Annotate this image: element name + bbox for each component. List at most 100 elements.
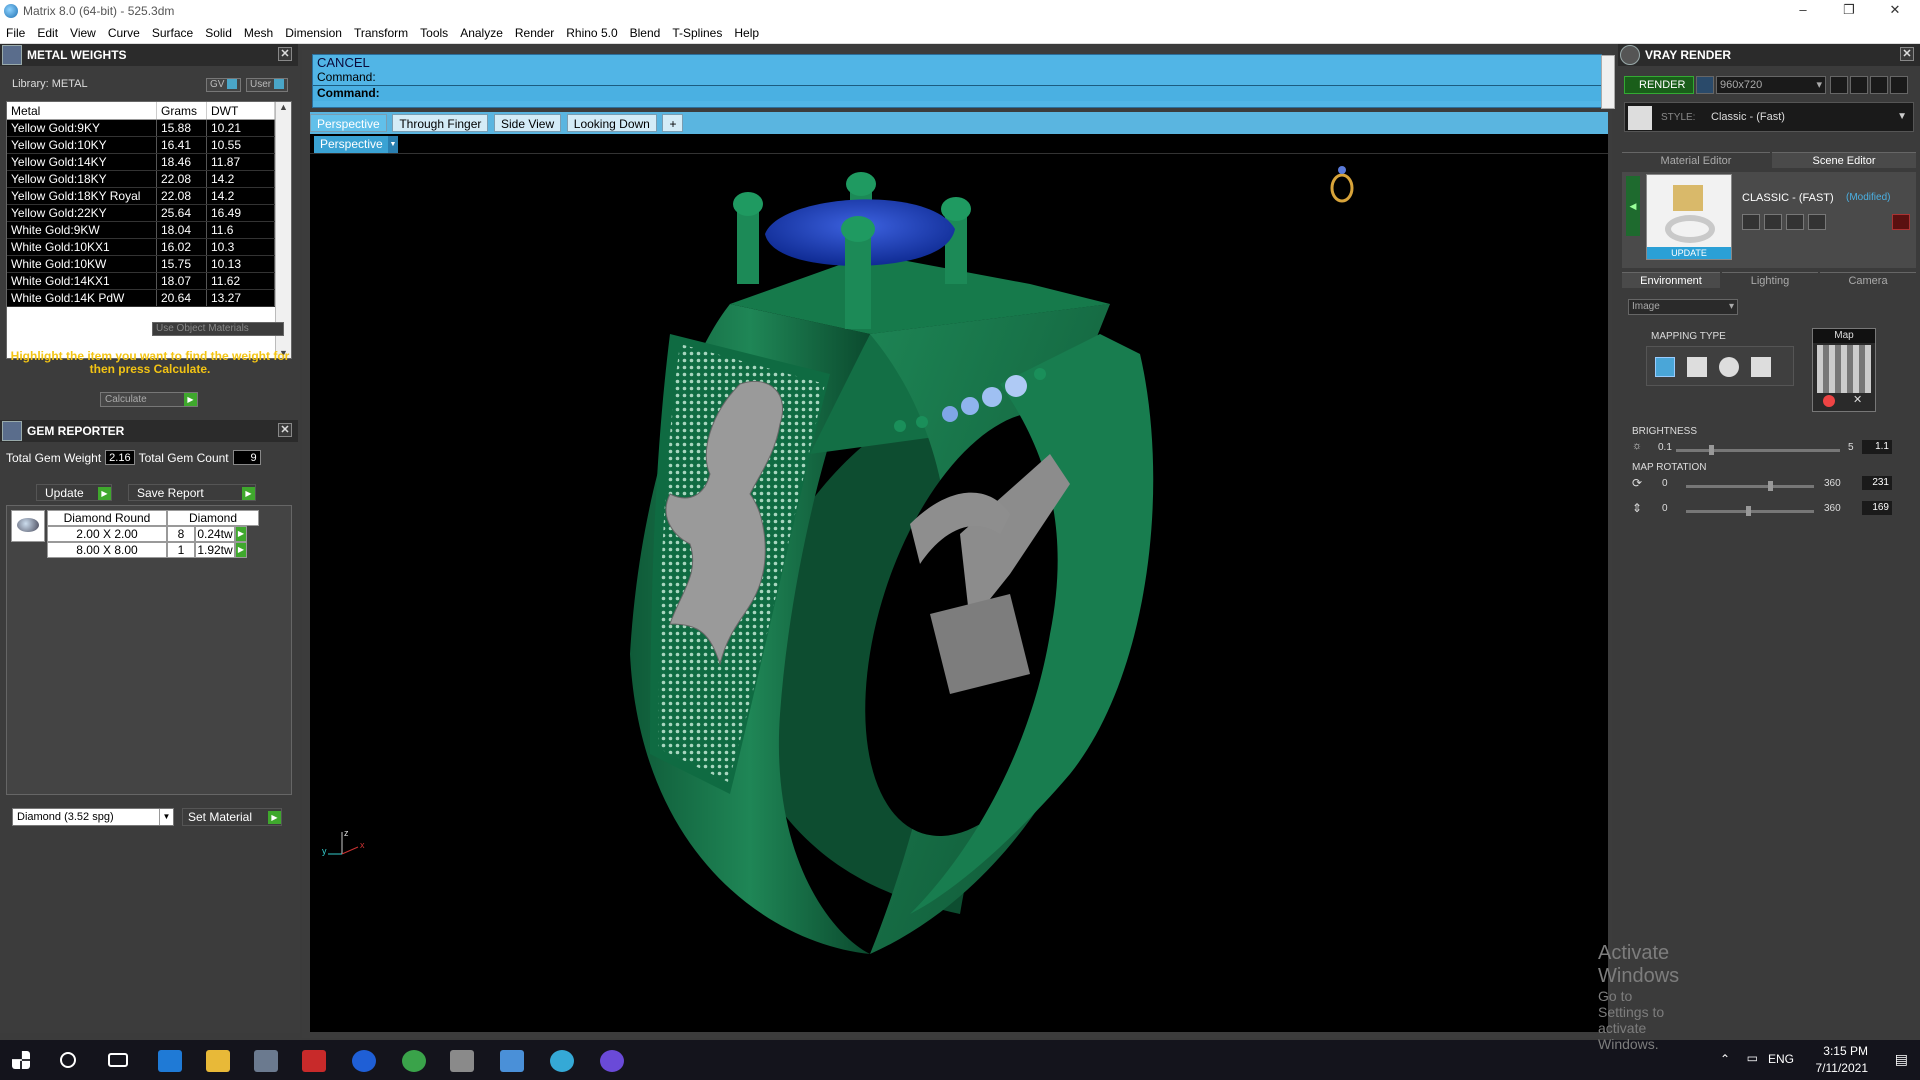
- rotation1-slider[interactable]: [1686, 481, 1814, 491]
- metal-row[interactable]: White Gold:10KW 15.75 10.13: [7, 256, 291, 273]
- metal-table[interactable]: Metal Grams DWT Yellow Gold:9KY 15.88 10.2…: [6, 101, 292, 359]
- map-edit-icon[interactable]: [1823, 395, 1835, 407]
- col-grams[interactable]: Grams: [157, 102, 207, 119]
- gv-toggle[interactable]: GV: [206, 78, 242, 92]
- reset-icon[interactable]: [1892, 214, 1910, 230]
- metal-row[interactable]: Yellow Gold:9KY 15.88 10.21: [7, 120, 291, 137]
- add-tab-button[interactable]: +: [662, 114, 684, 132]
- save-preset-icon[interactable]: [1742, 214, 1760, 230]
- brightness-value[interactable]: 1.1: [1862, 440, 1892, 454]
- rotation1-knob[interactable]: [1767, 481, 1773, 491]
- menu-tsplines[interactable]: T-Splines: [672, 26, 722, 40]
- brightness-slider[interactable]: [1676, 445, 1840, 455]
- metal-weights-close-icon[interactable]: ✕: [278, 47, 292, 61]
- network-icon[interactable]: ▭: [1747, 1051, 1758, 1065]
- 3d-viewport[interactable]: z x y: [310, 154, 1608, 1032]
- tab-through-finger[interactable]: Through Finger: [392, 114, 489, 132]
- metal-row[interactable]: White Gold:14KX1 18.07 11.62: [7, 273, 291, 290]
- tab-camera[interactable]: Camera: [1820, 272, 1916, 288]
- vray-close-icon[interactable]: ✕: [1900, 47, 1914, 61]
- menu-analyze[interactable]: Analyze: [460, 26, 503, 40]
- metal-row[interactable]: Yellow Gold:18KY 22.08 14.2: [7, 171, 291, 188]
- file-explorer-icon[interactable]: [206, 1050, 230, 1072]
- app-icon[interactable]: [500, 1050, 524, 1072]
- calculate-button[interactable]: Calculate ▶: [100, 392, 198, 407]
- metal-row[interactable]: Yellow Gold:22KY 25.64 16.49: [7, 205, 291, 222]
- clock[interactable]: 3:15 PM 7/11/2021: [1816, 1043, 1869, 1077]
- env-type-select[interactable]: Image ▾: [1628, 299, 1738, 315]
- planar-mapping-icon[interactable]: [1655, 357, 1675, 377]
- menu-tools[interactable]: Tools: [420, 26, 448, 40]
- task-view-icon[interactable]: [108, 1053, 128, 1067]
- menu-transform[interactable]: Transform: [354, 26, 408, 40]
- chevron-up-icon[interactable]: ⌃: [1720, 1052, 1730, 1066]
- metal-row[interactable]: White Gold:9KW 18.04 11.6: [7, 222, 291, 239]
- col-dwt[interactable]: DWT: [207, 102, 275, 119]
- use-object-materials-button[interactable]: Use Object Materials: [152, 322, 284, 336]
- menu-edit[interactable]: Edit: [37, 26, 58, 40]
- tab-looking-down[interactable]: Looking Down: [566, 114, 657, 132]
- language-indicator[interactable]: ENG: [1768, 1052, 1794, 1066]
- collapse-icon[interactable]: ◀: [1626, 176, 1640, 236]
- metal-row[interactable]: White Gold:10KX1 16.02 10.3: [7, 239, 291, 256]
- metal-table-scrollbar[interactable]: ▲ ▼: [275, 102, 291, 358]
- env-map-slot[interactable]: Map ✕: [1812, 328, 1876, 412]
- gem-material-select[interactable]: Diamond (3.52 spg) ▼: [12, 808, 174, 826]
- metal-row[interactable]: Yellow Gold:10KY 16.41 10.55: [7, 137, 291, 154]
- chrome-icon[interactable]: [402, 1050, 426, 1072]
- screen-mapping-icon[interactable]: [1751, 357, 1771, 377]
- box-mapping-icon[interactable]: [1687, 357, 1707, 377]
- scroll-up-icon[interactable]: ▲: [276, 102, 291, 112]
- ring-view-icon[interactable]: [1330, 166, 1354, 203]
- save-report-button[interactable]: Save Report ▶: [128, 484, 256, 501]
- menu-surface[interactable]: Surface: [152, 26, 193, 40]
- render-button[interactable]: RENDER: [1624, 76, 1694, 94]
- gem-row[interactable]: 8.00 X 8.00 1 1.92tw ▶: [47, 542, 259, 558]
- notifications-icon[interactable]: ▤: [1895, 1051, 1908, 1068]
- add-preset-icon[interactable]: [1786, 214, 1804, 230]
- user-toggle[interactable]: User: [246, 78, 289, 92]
- command-scrollbar[interactable]: [1601, 55, 1615, 109]
- menu-blend[interactable]: Blend: [630, 26, 661, 40]
- frame-buffer-icon[interactable]: [1850, 76, 1868, 94]
- viewport-select[interactable]: Perspective ▼: [314, 136, 398, 153]
- metal-row[interactable]: White Gold:14K PdW 20.64 13.27: [7, 290, 291, 307]
- col-metal[interactable]: Metal: [7, 102, 157, 119]
- tab-environment[interactable]: Environment: [1622, 272, 1720, 288]
- gem-select-icon[interactable]: ▶: [235, 542, 247, 558]
- metal-row[interactable]: Yellow Gold:14KY 18.46 11.87: [7, 154, 291, 171]
- gem-select-icon[interactable]: ▶: [235, 526, 247, 542]
- menu-solid[interactable]: Solid: [205, 26, 232, 40]
- menu-mesh[interactable]: Mesh: [244, 26, 273, 40]
- tab-perspective[interactable]: Perspective: [310, 114, 387, 132]
- tab-side-view[interactable]: Side View: [494, 114, 562, 132]
- app-icon[interactable]: [254, 1050, 278, 1072]
- metal-row[interactable]: Yellow Gold:18KY Royal 22.08 14.2: [7, 188, 291, 205]
- menu-rhino[interactable]: Rhino 5.0: [566, 26, 617, 40]
- settings-icon[interactable]: [1890, 76, 1908, 94]
- menu-dimension[interactable]: Dimension: [285, 26, 342, 40]
- update-button[interactable]: Update ▶: [36, 484, 112, 501]
- load-preset-icon[interactable]: [1764, 214, 1782, 230]
- rotation2-value[interactable]: 169: [1862, 501, 1892, 515]
- brightness-knob[interactable]: [1708, 445, 1714, 455]
- search-icon[interactable]: [60, 1052, 76, 1068]
- list-icon[interactable]: [1870, 76, 1888, 94]
- command-input[interactable]: Command:: [313, 85, 1601, 101]
- matrix-taskbar-icon[interactable]: [550, 1050, 574, 1072]
- zalo-icon[interactable]: [352, 1050, 376, 1072]
- gem-row[interactable]: 2.00 X 2.00 8 0.24tw ▶: [47, 526, 259, 542]
- start-icon[interactable]: [12, 1051, 30, 1069]
- menu-view[interactable]: View: [70, 26, 96, 40]
- app-icon[interactable]: [450, 1050, 474, 1072]
- tab-scene-editor[interactable]: Scene Editor: [1772, 152, 1916, 168]
- gem-reporter-close-icon[interactable]: ✕: [278, 423, 292, 437]
- tab-material-editor[interactable]: Material Editor: [1622, 152, 1770, 168]
- minimize-button[interactable]: –: [1780, 0, 1826, 22]
- render-options-icon[interactable]: [1696, 76, 1714, 94]
- menu-render[interactable]: Render: [515, 26, 554, 40]
- rotation1-value[interactable]: 231: [1862, 476, 1892, 490]
- set-material-button[interactable]: Set Material ▶: [182, 808, 282, 826]
- app-icon[interactable]: [600, 1050, 624, 1072]
- tab-lighting[interactable]: Lighting: [1722, 272, 1818, 288]
